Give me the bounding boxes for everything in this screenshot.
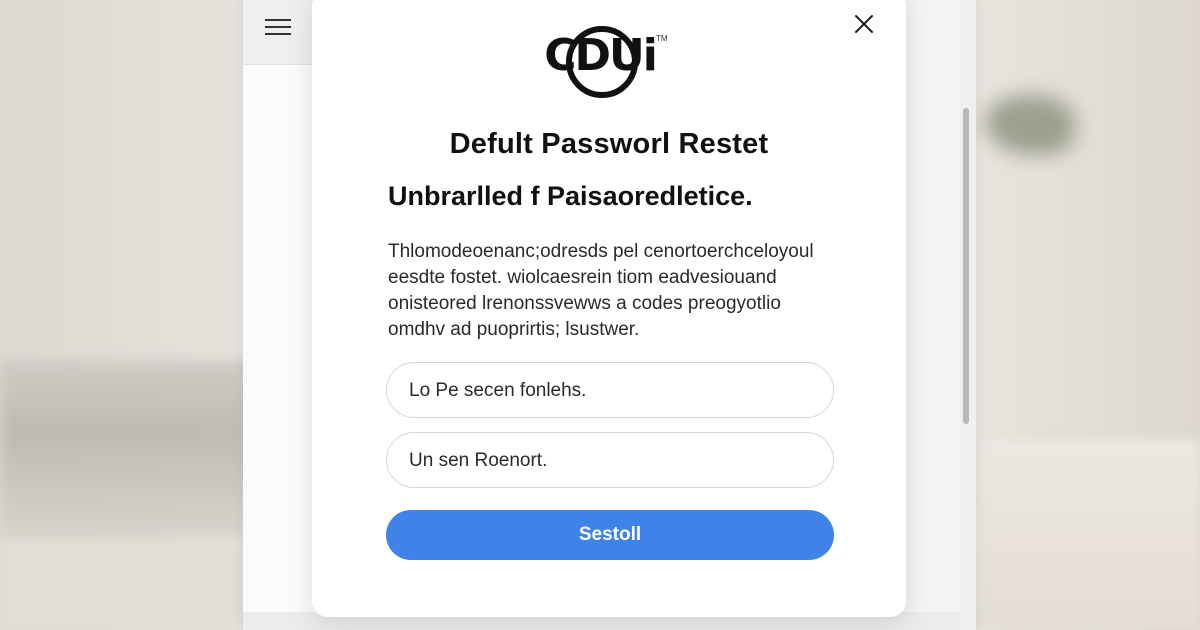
background-plant [985, 95, 1075, 155]
brand-logo: CDUi TM [540, 20, 670, 102]
logo-text: CDUi [544, 30, 658, 81]
submit-button-label: Sestoll [578, 524, 642, 545]
dialog-description: Thlomodeoenanc;odresds pel cenortoerchce… [388, 239, 848, 343]
background-floor [975, 440, 1200, 630]
logo-trademark: TM [656, 34, 668, 43]
description-line: eesdte fostet. wiolcaesrein tiom eadvesi… [388, 267, 777, 288]
close-icon[interactable] [852, 12, 876, 36]
background-surface [0, 540, 250, 630]
background-shelf [0, 360, 250, 540]
description-line: omdhv ad puoprirtis; lsustwer. [388, 319, 640, 340]
second-input-value: Un sen Roenort. [409, 450, 548, 471]
dialog-subtitle: Unbrarlled f Paisaoredletice. [388, 181, 753, 211]
first-input-value: Lo Pe secen fonlehs. [409, 380, 587, 401]
submit-button[interactable]: Sestoll [386, 510, 834, 560]
second-input-field[interactable]: Un sen Roenort. [386, 432, 834, 488]
first-input-field[interactable]: Lo Pe secen fonlehs. [386, 362, 834, 418]
app-sidebar [243, 65, 313, 630]
scrollbar-thumb[interactable] [963, 108, 969, 424]
password-reset-dialog: CDUi TM Defult Passworl Restet Unbrarlle… [312, 0, 906, 617]
app-topbar [243, 0, 313, 65]
description-line: onisteored lrenonssvewws a codes preogyo… [388, 293, 781, 314]
dialog-title: Defult Passworl Restet [449, 128, 769, 160]
hamburger-menu-icon[interactable] [265, 19, 291, 39]
description-line: Thlomodeoenanc;odresds pel cenortoerchce… [388, 241, 814, 262]
